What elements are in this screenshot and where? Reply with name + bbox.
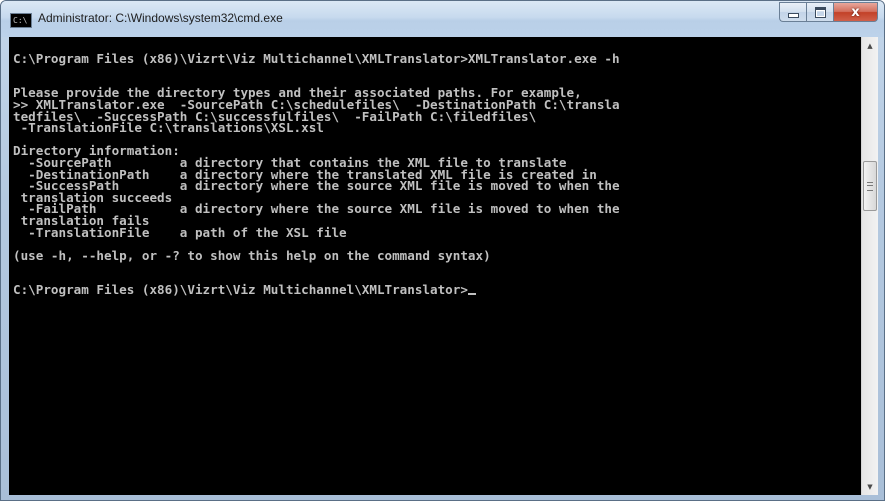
scroll-down-icon[interactable]: ▼ (862, 478, 878, 495)
minimize-icon (787, 13, 799, 18)
maximize-button[interactable] (806, 2, 833, 22)
window-title: Administrator: C:\Windows\system32\cmd.e… (38, 11, 283, 25)
scrollbar-grip-icon (867, 182, 873, 191)
close-icon: x (851, 4, 860, 20)
cmd-icon[interactable]: C:\ (10, 13, 32, 28)
console-line: C:\Program Files (x86)\Vizrt\Viz Multich… (13, 50, 620, 66)
close-button[interactable]: x (833, 2, 878, 22)
console-line: -TranslationFile C:\translations\XSL.xsl (13, 120, 620, 136)
console-line: C:\Program Files (x86)\Vizrt\Viz Multich… (13, 284, 620, 296)
cmd-window: C:\ Administrator: C:\Windows\system32\c… (0, 0, 885, 501)
console-line-text: -TranslationFile C:\translations\XSL.xsl (13, 120, 324, 136)
maximize-icon (814, 6, 826, 18)
console-output[interactable]: C:\Program Files (x86)\Vizrt\Viz Multich… (9, 37, 861, 495)
title-bar[interactable]: C:\ Administrator: C:\Windows\system32\c… (1, 1, 884, 37)
scrollbar-thumb[interactable] (863, 161, 877, 211)
minimize-button[interactable] (779, 2, 806, 22)
console-line-text: C:\Program Files (x86)\Vizrt\Viz Multich… (13, 282, 468, 298)
console-line: -TranslationFile a path of the XSL file (13, 224, 620, 240)
console-lines: C:\Program Files (x86)\Vizrt\Viz Multich… (13, 41, 620, 296)
console-line-text: C:\Program Files (x86)\Vizrt\Viz Multich… (13, 50, 620, 66)
cmd-icon-label: C:\ (13, 16, 28, 25)
text-cursor (467, 293, 476, 296)
console-line-text: (use -h, --help, or -? to show this help… (13, 247, 491, 263)
console-line: (use -h, --help, or -? to show this help… (13, 247, 620, 263)
console-line-text: -TranslationFile a path of the XSL file (13, 224, 347, 240)
vertical-scrollbar[interactable]: ▲ ▼ (861, 37, 878, 495)
scroll-up-icon[interactable]: ▲ (862, 37, 878, 54)
caption-buttons: x (779, 2, 878, 22)
